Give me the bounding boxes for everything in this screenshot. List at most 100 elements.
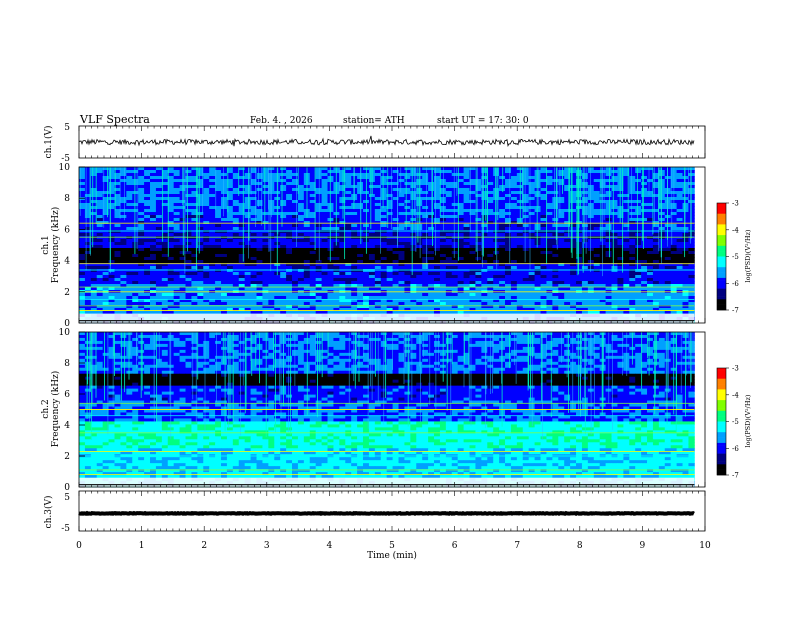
- spectrogram-cell: [540, 293, 547, 297]
- spectrogram-cell: [528, 191, 535, 195]
- spectrogram-cell: [499, 200, 506, 204]
- spectrogram-cell: [516, 272, 524, 276]
- spectrogram-cell: [315, 188, 322, 192]
- spectrogram-cell: [635, 281, 642, 285]
- spectrogram-cell: [321, 224, 328, 228]
- spectrogram-cell: [197, 224, 204, 228]
- spectrogram-cell: [150, 260, 157, 264]
- spectrogram-cell: [593, 221, 601, 225]
- spectrogram-cell: [652, 248, 660, 252]
- spectrogram-cell: [593, 179, 601, 183]
- spectrogram-cell: [303, 293, 311, 297]
- spectrogram-cell: [368, 248, 376, 252]
- spectrogram-cell: [144, 260, 151, 264]
- spectrogram-cell: [428, 209, 435, 213]
- spectrogram-cell: [605, 245, 612, 249]
- spectrogram-cell: [404, 296, 411, 300]
- spectrogram-cell: [434, 218, 441, 222]
- spectrogram-cell: [345, 224, 352, 228]
- spectrogram-cell: [185, 212, 192, 216]
- spectrogram-cell: [132, 170, 139, 174]
- spectrogram-cell: [315, 275, 322, 279]
- spectrogram-cell: [321, 191, 328, 195]
- spectrogram-cell: [581, 302, 589, 306]
- spectrogram-cell: [641, 272, 648, 276]
- spectrogram-cell: [144, 173, 151, 177]
- spectrogram-cell: [315, 191, 322, 195]
- spectrogram-cell: [676, 230, 683, 234]
- spectrogram-cell: [641, 188, 648, 192]
- spectrogram-cell: [522, 221, 530, 225]
- spectrogram-cell: [221, 251, 228, 255]
- spectrogram-cell: [410, 293, 417, 297]
- spectrogram-cell: [647, 251, 654, 255]
- spectrogram-cell: [398, 257, 405, 261]
- spectrogram-cell: [439, 275, 447, 279]
- spectrogram-cell: [534, 188, 541, 192]
- spectrogram-cell: [132, 182, 139, 186]
- spectrogram-cell: [416, 239, 423, 243]
- spectrogram-cell: [221, 242, 228, 246]
- spectrogram-cell: [280, 245, 287, 249]
- spectrogram-cell: [150, 179, 157, 183]
- spectrogram-cell: [150, 293, 157, 297]
- spectrogram-cell: [404, 230, 411, 234]
- spectrogram-cell: [641, 275, 648, 279]
- spectrogram-cell: [499, 212, 506, 216]
- spectrogram-cell: [641, 281, 648, 285]
- spectrogram-cell: [161, 260, 169, 264]
- spectrogram-cell: [534, 197, 541, 201]
- spectrogram-cell: [534, 272, 541, 276]
- spectrogram-cell: [641, 206, 648, 210]
- spectrogram-cell: [652, 302, 660, 306]
- spectrogram-cell: [132, 215, 139, 219]
- spectrogram-cell: [102, 293, 109, 297]
- spectrogram-cell: [292, 176, 299, 180]
- spectrogram-cell: [422, 200, 429, 204]
- spectrogram-cell: [623, 302, 630, 306]
- spectrogram-cell: [150, 254, 157, 258]
- spectrogram-cell: [611, 227, 618, 231]
- spectrogram-cell: [392, 293, 399, 297]
- spectrogram-cell: [540, 227, 547, 231]
- spectrogram-cell: [179, 293, 186, 297]
- spectrogram-cell: [96, 293, 104, 297]
- spectrogram-cell: [652, 242, 660, 246]
- spectrogram-cell: [564, 230, 571, 234]
- spectrogram-cell: [138, 170, 145, 174]
- spectrogram-cell: [505, 230, 512, 234]
- spectrogram-cell: [197, 242, 204, 246]
- spectrogram-cell: [274, 281, 281, 285]
- spectrogram-cell: [475, 296, 482, 300]
- spectrogram-cell: [635, 197, 642, 201]
- spectrogram-cell: [546, 257, 553, 261]
- spectrogram-cell: [605, 185, 612, 189]
- spectrogram-cell: [173, 260, 180, 264]
- spectrogram-cell: [345, 191, 352, 195]
- spectrogram-cell: [238, 302, 246, 306]
- spectrogram-cell: [345, 203, 352, 207]
- spectrogram-cell: [114, 242, 121, 246]
- spectrogram-cell: [647, 257, 654, 261]
- spectrogram-cell: [197, 302, 204, 306]
- spectrogram-cell: [120, 281, 127, 285]
- spectrogram-cell: [451, 260, 459, 264]
- spectrogram-cell: [676, 173, 683, 177]
- spectrogram-cell: [552, 236, 559, 240]
- spectrogram-cell: [451, 182, 459, 186]
- spectrogram-cell: [416, 245, 423, 249]
- spectrogram-cell: [558, 176, 565, 180]
- spectrogram-cell: [292, 266, 299, 270]
- spectrogram-cell: [262, 293, 269, 297]
- spectrogram-cell: [262, 191, 269, 195]
- spectrogram-cell: [404, 275, 411, 279]
- spectrogram-cell: [593, 242, 601, 246]
- spectrogram-cell: [339, 272, 346, 276]
- spectrogram-cell: [144, 176, 151, 180]
- spectrogram-cell: [138, 212, 145, 216]
- spectrogram-cell: [380, 167, 388, 171]
- spectrogram-cell: [593, 293, 601, 297]
- spectrogram-cell: [635, 236, 642, 240]
- spectrogram-cell: [250, 236, 257, 240]
- spectrogram-cell: [451, 173, 459, 177]
